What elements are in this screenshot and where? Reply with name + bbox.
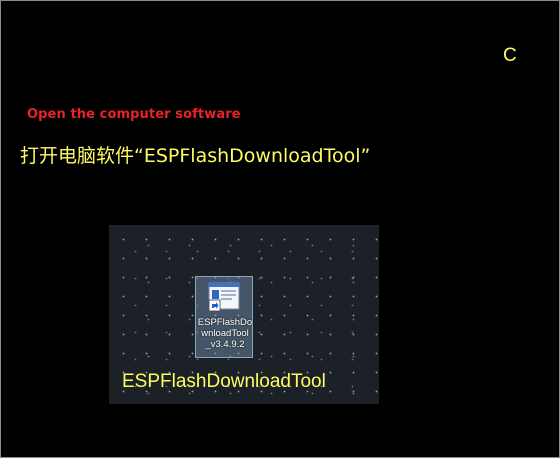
step-letter: C <box>503 45 517 66</box>
program-shortcut-icon <box>208 282 240 312</box>
espflashdownloadtool-shortcut[interactable]: ESPFlashDo wnloadTool _v3.4.9.2 <box>195 276 253 358</box>
caption-english: Open the computer software <box>27 107 241 122</box>
tutorial-frame: C Open the computer software 打开电脑软件“ESPF… <box>0 0 560 458</box>
desktop-caption: ESPFlashDownloadTool <box>122 371 326 392</box>
desktop-screenshot: ESPFlashDo wnloadTool _v3.4.9.2 ESPFlash… <box>109 225 379 404</box>
caption-chinese: 打开电脑软件“ESPFlashDownloadTool” <box>20 145 371 167</box>
shortcut-label: ESPFlashDo wnloadTool _v3.4.9.2 <box>197 317 253 350</box>
